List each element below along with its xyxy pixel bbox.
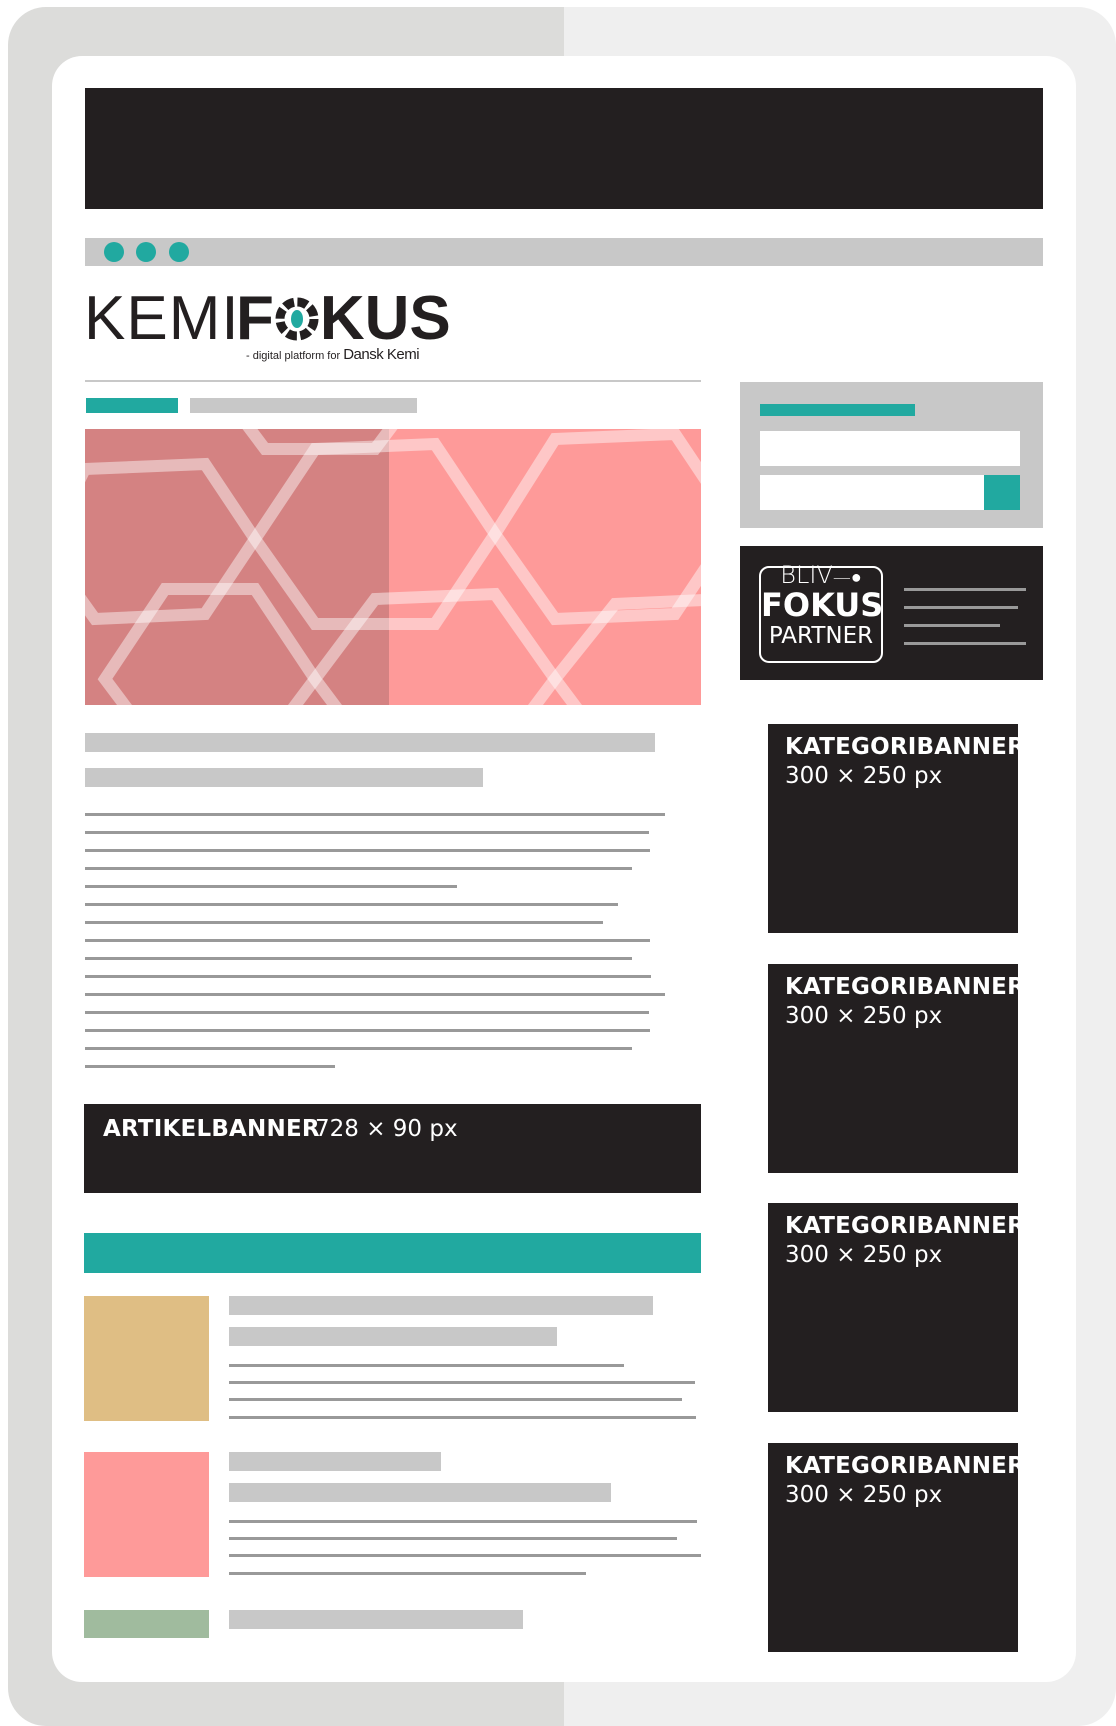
category-banner-size: 300 × 250 px — [785, 1482, 943, 1508]
handshake-icon: —● — [832, 567, 862, 588]
related-text-line — [229, 1520, 697, 1523]
newsletter-name-input[interactable] — [760, 431, 1020, 466]
related-title-line[interactable] — [229, 1327, 557, 1346]
body-text-line — [85, 939, 650, 942]
partner-text-line — [904, 642, 1026, 645]
hero-image[interactable] — [85, 429, 701, 705]
top-banner[interactable] — [85, 88, 1043, 209]
article-title-line — [85, 733, 655, 752]
logo-fokus: F KUS — [236, 284, 451, 353]
partner-badge-line2: FOKUS — [761, 586, 884, 624]
body-text-line — [85, 921, 603, 924]
partner-text-line — [904, 606, 1018, 609]
body-text-line — [85, 867, 632, 870]
browser-bar — [85, 238, 1043, 266]
newsletter-email-input[interactable] — [760, 475, 984, 510]
section-header-bar — [84, 1233, 701, 1273]
site-logo[interactable]: KEMI F KUS - digital platform for Dansk K… — [84, 284, 451, 368]
category-banner-size: 300 × 250 px — [785, 1003, 943, 1029]
body-text-line — [85, 1011, 649, 1014]
body-text-line — [85, 903, 618, 906]
article-banner-size: 728 × 90 px — [315, 1116, 458, 1142]
related-text-line — [229, 1381, 695, 1384]
partner-badge-line3: PARTNER — [768, 623, 874, 649]
body-text-line — [85, 1065, 335, 1068]
category-banner-title: KATEGORIBANNER — [785, 1213, 1025, 1239]
category-banner[interactable]: KATEGORIBANNER 300 × 250 px — [768, 1203, 1025, 1412]
category-banner[interactable]: KATEGORIBANNER 300 × 250 px — [768, 724, 1025, 933]
body-text-line — [85, 831, 649, 834]
partner-text-line — [904, 588, 1026, 591]
partner-text-line — [904, 624, 1000, 627]
category-banner-title: KATEGORIBANNER — [785, 974, 1025, 1000]
partner-banner[interactable]: BLIV—● FOKUS PARTNER — [740, 546, 1043, 680]
article-banner[interactable]: ARTIKELBANNER 728 × 90 px — [84, 1104, 701, 1193]
body-text-line — [85, 975, 651, 978]
category-banner-size: 300 × 250 px — [785, 763, 943, 789]
related-thumbnail[interactable] — [84, 1296, 209, 1421]
window-dot-icon[interactable] — [169, 242, 189, 262]
logo-tagline: - digital platform for Dansk Kemi — [246, 346, 420, 363]
related-text-line — [229, 1364, 624, 1367]
window-dot-icon[interactable] — [136, 242, 156, 262]
category-tag[interactable] — [86, 398, 178, 413]
partner-badge: BLIV—● FOKUS PARTNER — [759, 562, 884, 663]
newsletter-submit-button[interactable] — [984, 475, 1020, 510]
category-banner-size: 300 × 250 px — [785, 1242, 943, 1268]
related-title-line[interactable] — [229, 1452, 441, 1471]
body-text-line — [85, 993, 665, 996]
body-text-line — [85, 885, 457, 888]
body-text-line — [85, 1047, 632, 1050]
related-text-line — [229, 1554, 701, 1557]
related-thumbnail[interactable] — [84, 1452, 209, 1577]
category-banner-title: KATEGORIBANNER — [785, 734, 1025, 760]
related-text-line — [229, 1416, 696, 1419]
article-banner-title: ARTIKELBANNER — [103, 1116, 320, 1142]
logo-o-icon — [275, 297, 319, 341]
category-banner-title: KATEGORIBANNER — [785, 1453, 1025, 1479]
related-thumbnail[interactable] — [84, 1610, 209, 1638]
article-title-line — [85, 768, 483, 787]
related-title-line[interactable] — [229, 1610, 523, 1629]
category-banner[interactable]: KATEGORIBANNER 300 × 250 px — [768, 964, 1025, 1173]
related-text-line — [229, 1398, 682, 1401]
logo-kemi: KEMI — [84, 284, 240, 353]
newsletter-heading — [760, 404, 915, 416]
body-text-line — [85, 813, 665, 816]
body-text-line — [85, 957, 632, 960]
category-banner[interactable]: KATEGORIBANNER 300 × 250 px — [768, 1443, 1025, 1652]
related-title-line[interactable] — [229, 1296, 653, 1315]
body-text-line — [85, 1029, 650, 1032]
related-text-line — [229, 1572, 586, 1575]
breadcrumb-placeholder[interactable] — [190, 398, 417, 413]
body-text-line — [85, 849, 650, 852]
related-text-line — [229, 1537, 677, 1540]
header-divider — [85, 380, 701, 382]
related-title-line[interactable] — [229, 1483, 611, 1502]
window-dot-icon[interactable] — [104, 242, 124, 262]
